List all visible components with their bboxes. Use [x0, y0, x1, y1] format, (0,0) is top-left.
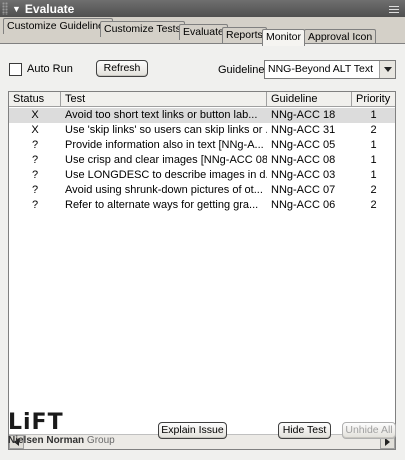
monitor-panel: Auto Run Refresh Guidelines: NNG-Beyond … — [0, 44, 405, 460]
table-header: Status Test Guideline Priority — [9, 92, 395, 107]
cell-status: ? — [31, 154, 39, 166]
cell-status: ? — [31, 184, 39, 196]
cell-priority: 2 — [370, 184, 377, 196]
panel-title: Evaluate — [24, 1, 75, 16]
table-row[interactable]: ? Use LONGDESC to describe images in d...… — [9, 168, 395, 183]
tab-bar: Customize Guidelines Customize Tests Eva… — [0, 17, 405, 46]
refresh-button[interactable]: Refresh — [96, 60, 148, 77]
logo-company-name: Nielsen Norman — [8, 435, 85, 446]
cell-guideline: NNg-ACC 31 — [271, 124, 336, 136]
drag-grip-icon[interactable] — [2, 2, 8, 15]
cell-priority: 2 — [370, 124, 377, 136]
table-row[interactable]: ? Refer to alternate ways for getting gra… — [9, 198, 395, 213]
cell-guideline: NNg-ACC 07 — [271, 184, 336, 196]
column-header-status[interactable]: Status — [9, 92, 61, 107]
table-row[interactable]: ? Use crisp and clear images [NNg-ACC 08]… — [9, 153, 395, 168]
table-row[interactable]: X Use 'skip links' so users can skip link… — [9, 123, 395, 138]
cell-test: Refer to alternate ways for getting gra.… — [65, 199, 259, 211]
logo-company: Nielsen Norman Group — [8, 435, 115, 446]
tab-customize-guidelines[interactable]: Customize Guidelines — [3, 18, 114, 34]
cell-guideline: NNg-ACC 18 — [271, 109, 336, 121]
cell-status: ? — [31, 199, 39, 211]
logo-wordmark: LiFT — [8, 410, 64, 435]
column-header-guideline[interactable]: Guideline — [267, 92, 352, 107]
tab-reports[interactable]: Reports — [222, 27, 267, 43]
table-row[interactable]: ? Avoid using shrunk-down pictures of ot.… — [9, 183, 395, 198]
column-header-test[interactable]: Test — [61, 92, 267, 107]
autorun-checkbox[interactable] — [9, 63, 22, 76]
cell-test: Avoid using shrunk-down pictures of ot..… — [65, 184, 263, 196]
cell-guideline: NNg-ACC 08 — [271, 154, 336, 166]
explain-issue-button[interactable]: Explain Issue — [158, 422, 227, 439]
cell-priority: 1 — [370, 169, 377, 181]
table-row[interactable]: X Avoid too short text links or button la… — [9, 108, 395, 123]
cell-status: ? — [31, 169, 39, 181]
cell-test: Use crisp and clear images [NNg-ACC 08] — [65, 154, 267, 166]
cell-status: X — [31, 109, 39, 121]
cell-guideline: NNg-ACC 05 — [271, 139, 336, 151]
panel-menu-icon[interactable] — [387, 3, 401, 15]
cell-priority: 2 — [370, 199, 377, 211]
cell-test: Avoid too short text links or button lab… — [65, 109, 258, 121]
panel-titlebar[interactable]: ▼ Evaluate — [0, 0, 405, 17]
autorun-label: Auto Run — [27, 63, 73, 75]
cell-status: X — [31, 124, 39, 136]
chevron-down-icon[interactable] — [379, 61, 395, 78]
cell-test: Use 'skip links' so users can skip links… — [65, 124, 267, 136]
cell-priority: 1 — [370, 109, 377, 121]
cell-priority: 1 — [370, 154, 377, 166]
lift-logo: LiFT Nielsen Norman Group — [8, 410, 115, 447]
cell-guideline: NNg-ACC 06 — [271, 199, 336, 211]
cell-guideline: NNg-ACC 03 — [271, 169, 336, 181]
collapse-triangle-icon[interactable]: ▼ — [12, 4, 21, 14]
guidelines-select[interactable]: NNG-Beyond ALT Text — [264, 60, 396, 79]
cell-test: Use LONGDESC to describe images in d... — [65, 169, 267, 181]
unhide-all-button[interactable]: Unhide All — [342, 422, 396, 439]
table-body: X Avoid too short text links or button la… — [9, 108, 395, 213]
tab-customize-tests[interactable]: Customize Tests — [100, 21, 185, 37]
cell-status: ? — [31, 139, 39, 151]
cell-priority: 1 — [370, 139, 377, 151]
column-header-priority[interactable]: Priority — [352, 92, 395, 107]
logo-company-group: Group — [86, 435, 115, 446]
tab-monitor[interactable]: Monitor — [262, 29, 306, 46]
tab-evaluate[interactable]: Evaluate — [179, 24, 228, 40]
cell-test: Provide information also in text [NNg-A.… — [65, 139, 264, 151]
results-table: Status Test Guideline Priority X Avoid to… — [8, 91, 396, 450]
hide-test-button[interactable]: Hide Test — [278, 422, 331, 439]
guidelines-select-value: NNG-Beyond ALT Text — [268, 63, 374, 75]
table-row[interactable]: ? Provide information also in text [NNg-A… — [9, 138, 395, 153]
